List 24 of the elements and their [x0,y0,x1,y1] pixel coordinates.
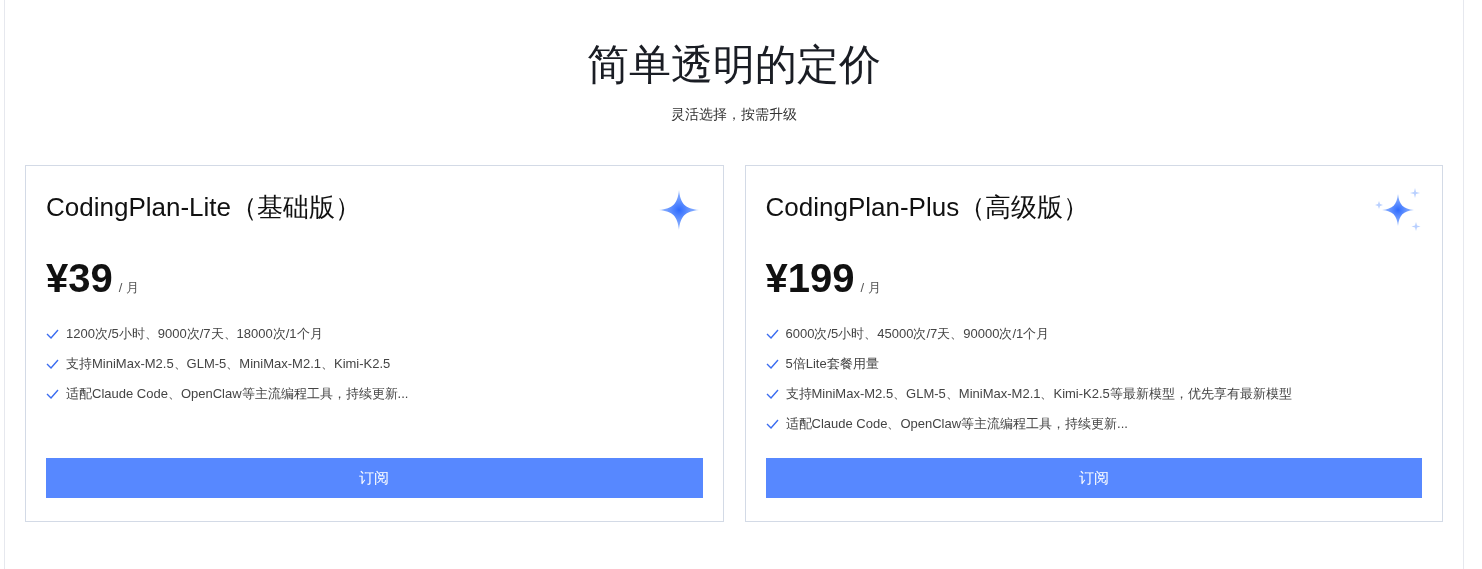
plan-name: CodingPlan-Plus（高级版） [765,191,1090,224]
subscribe-button[interactable]: 订阅 [46,458,703,498]
plan-name: CodingPlan-Lite（基础版） [46,191,361,224]
feature-text: 支持MiniMax-M2.5、GLM-5、MiniMax-M2.1、Kimi-K2.5等最新模型，优先享有最新模型 [785,385,1292,403]
price-period: / 月 [860,279,881,297]
check-icon [46,389,59,399]
page-subtitle: 灵活选择，按需升级 [670,106,798,124]
feature-text: 5倍Lite套餐用量 [785,355,879,373]
feature-text: 1200次/5小时、9000次/7天、18000次/1个月 [66,325,323,343]
plan-price: ¥199 [765,256,855,301]
check-icon [765,329,779,339]
feature-text: 适配Claude Code、OpenClaw等主流编程工具，持续更新... [66,385,409,403]
check-icon [765,359,779,369]
check-icon [765,419,779,429]
page-title: 简单透明的定价 [586,40,882,90]
feature-text: 适配Claude Code、OpenClaw等主流编程工具，持续更新... [785,415,1128,433]
feature-text: 支持MiniMax-M2.5、GLM-5、MiniMax-M2.1、Kimi-K2.5 [66,355,391,373]
check-icon [765,389,779,399]
price-period: / 月 [118,279,139,297]
check-icon [46,359,59,369]
feature-text: 6000次/5小时、45000次/7天、90000次/1个月 [785,325,1050,343]
subscribe-button[interactable]: 订阅 [765,458,1422,498]
plan-price: ¥39 [46,256,113,301]
check-icon [46,329,59,339]
